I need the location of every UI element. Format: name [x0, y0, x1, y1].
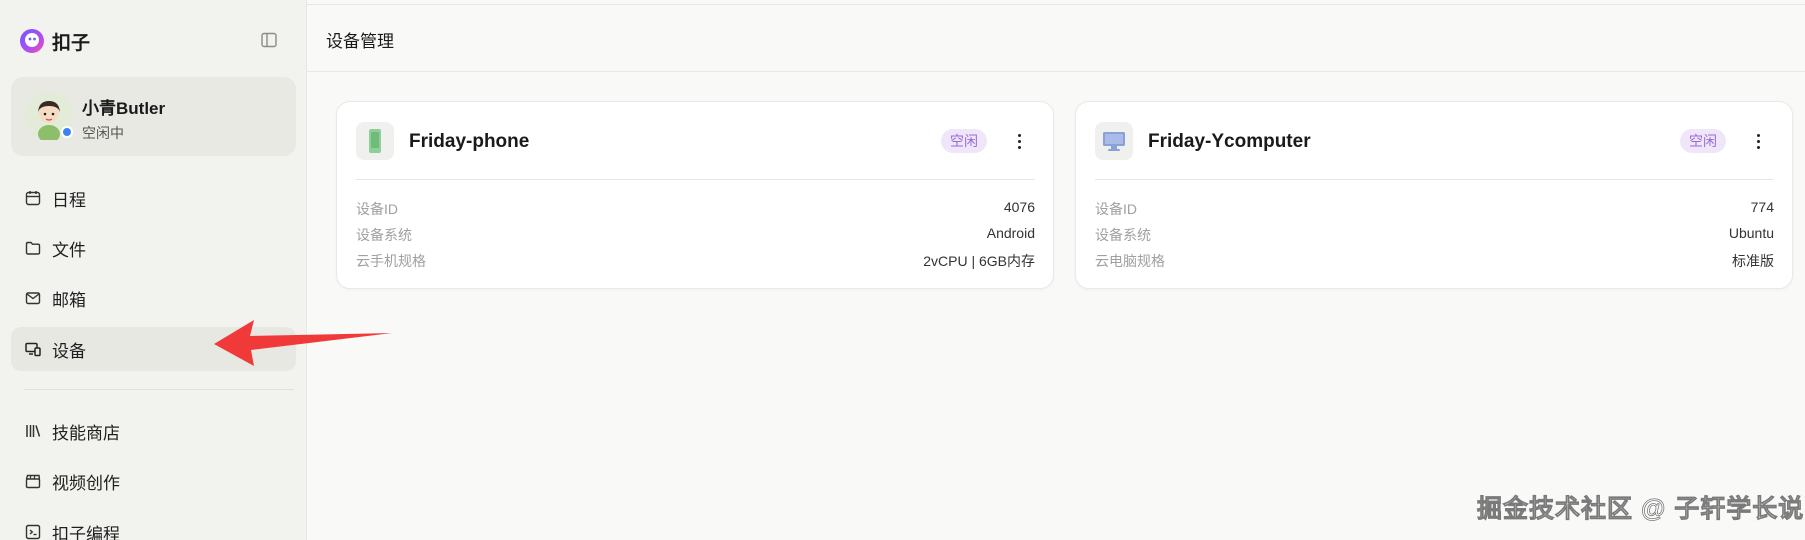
more-dot	[1017, 139, 1021, 143]
sidebar-item-label: 技能商店	[52, 423, 120, 443]
brand[interactable]: 扣子	[18, 26, 90, 56]
status-badge: 空闲	[1680, 129, 1726, 153]
device-name: Friday-phone	[409, 131, 530, 152]
info-value: Android	[986, 225, 1035, 241]
annotation-arrow-icon	[214, 320, 392, 366]
sidebar: 扣子 小青Butler 空闲中 日程 文件 邮箱 设备 技能商店 视频创作 扣子…	[0, 0, 307, 540]
top-border	[307, 4, 1805, 5]
device-info-row: 设备系统 Ubuntu	[1095, 225, 1774, 245]
brand-name: 扣子	[52, 32, 91, 54]
info-key: 设备ID	[356, 201, 398, 217]
sidebar-item-label: 视频创作	[52, 473, 120, 493]
agent-name: 小青Butler	[82, 99, 166, 118]
agent-profile-card[interactable]: 小青Butler 空闲中	[11, 77, 296, 156]
sidebar-item-label: 日程	[52, 190, 86, 210]
card-divider	[1095, 179, 1774, 180]
info-value: 4076	[1003, 199, 1035, 215]
device-info-row: 设备ID 4076	[356, 199, 1035, 219]
avatar	[25, 92, 73, 143]
info-value: 2vCPU | 6GB内存	[923, 253, 1035, 269]
more-dot	[1756, 145, 1760, 149]
mail-icon	[24, 289, 42, 307]
sidebar-collapse-button[interactable]	[260, 31, 278, 49]
sidebar-item-label: 文件	[52, 240, 86, 260]
agent-status: 空闲中	[82, 125, 124, 141]
coze-logo-icon	[20, 29, 44, 53]
watermark: 掘金技术社区 @ 子轩学长说	[1477, 495, 1805, 524]
online-status-dot	[61, 126, 73, 138]
sidebar-divider	[24, 389, 294, 390]
more-options-button[interactable]	[1754, 129, 1762, 153]
sidebar-item-label: 邮箱	[52, 290, 86, 310]
code-icon	[24, 523, 42, 540]
device-card[interactable]: Friday-phone 空闲 设备ID 4076 设备系统 Android 云…	[336, 101, 1054, 289]
info-value: 标准版	[1732, 253, 1774, 269]
more-dot	[1017, 145, 1021, 149]
device-info-row: 云手机规格 2vCPU | 6GB内存	[356, 251, 1035, 271]
library-icon	[24, 422, 42, 440]
info-key: 云电脑规格	[1095, 253, 1165, 269]
sidebar-item-mail[interactable]: 邮箱	[11, 276, 296, 320]
more-dot	[1756, 133, 1760, 137]
device-card[interactable]: Friday-Ycomputer 空闲 设备ID 774 设备系统 Ubuntu…	[1075, 101, 1793, 289]
app-window: 扣子 小青Butler 空闲中 日程 文件 邮箱 设备 技能商店 视频创作 扣子…	[0, 0, 1805, 540]
info-value: 774	[1750, 199, 1774, 215]
sidebar-item-files[interactable]: 文件	[11, 226, 296, 270]
page-title: 设备管理	[326, 32, 394, 51]
folder-icon	[24, 239, 42, 257]
main-content: 设备管理 Friday-phone 空闲 设备ID 4076 设备系统 Andr…	[307, 0, 1805, 540]
device-icon-box	[1095, 122, 1133, 160]
info-key: 云手机规格	[356, 253, 426, 269]
info-key: 设备ID	[1095, 201, 1137, 217]
info-key: 设备系统	[356, 227, 412, 243]
status-badge: 空闲	[941, 129, 987, 153]
more-dot	[1017, 133, 1021, 137]
header-divider	[307, 71, 1805, 72]
clapperboard-icon	[24, 472, 42, 490]
device-info-row: 云电脑规格 标准版	[1095, 251, 1774, 271]
more-dot	[1756, 139, 1760, 143]
sidebar-item-video-creation[interactable]: 视频创作	[11, 459, 296, 503]
device-icon-box	[356, 122, 394, 160]
sidebar-toggle-icon	[261, 32, 277, 48]
info-key: 设备系统	[1095, 227, 1151, 243]
sidebar-item-skill-store[interactable]: 技能商店	[11, 409, 296, 453]
devices-icon	[24, 340, 42, 358]
info-value: Ubuntu	[1728, 225, 1774, 241]
device-info-row: 设备系统 Android	[356, 225, 1035, 245]
device-name: Friday-Ycomputer	[1148, 131, 1311, 152]
more-options-button[interactable]	[1015, 129, 1023, 153]
calendar-icon	[24, 189, 42, 207]
phone-icon	[369, 129, 381, 153]
device-info-row: 设备ID 774	[1095, 199, 1774, 219]
card-divider	[356, 179, 1035, 180]
sidebar-item-label: 设备	[52, 341, 86, 361]
sidebar-item-coze-coding[interactable]: 扣子编程	[11, 510, 296, 540]
monitor-icon	[1103, 132, 1125, 151]
sidebar-item-label: 扣子编程	[52, 524, 120, 540]
sidebar-item-schedule[interactable]: 日程	[11, 176, 296, 220]
